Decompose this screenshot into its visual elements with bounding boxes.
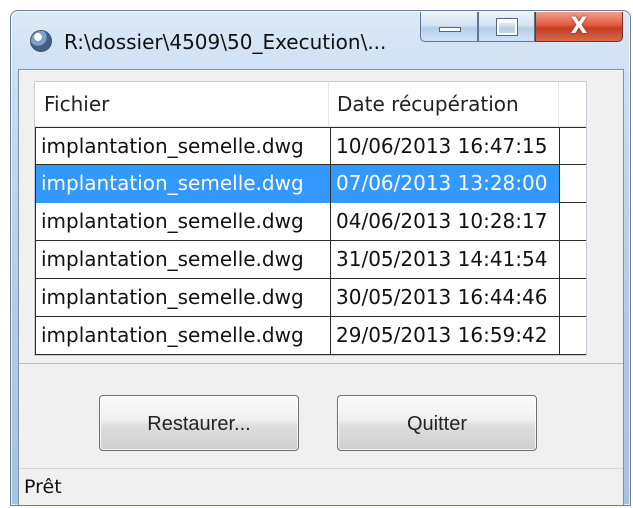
column-header-date[interactable]: Date récupération (329, 82, 559, 126)
dialog-window: R:\dossier\4509\50_Execution\... X Fichi… (10, 10, 631, 506)
dialog-content: Fichier Date récupération implantation_s… (18, 69, 624, 505)
file-cell: implantation_semelle.dwg (35, 203, 331, 241)
table-row[interactable]: implantation_semelle.dwg 29/05/2013 16:5… (35, 317, 586, 355)
table-row[interactable]: implantation_semelle.dwg 04/06/2013 10:2… (35, 203, 586, 241)
status-text: Prêt (24, 476, 62, 498)
app-icon (30, 30, 52, 52)
column-header-file[interactable]: Fichier (35, 82, 329, 126)
close-icon: X (570, 14, 588, 39)
title-bar[interactable]: R:\dossier\4509\50_Execution\... X (11, 11, 630, 69)
column-header-spacer (559, 82, 586, 126)
date-cell: 04/06/2013 10:28:17 (331, 203, 560, 241)
date-cell: 07/06/2013 13:28:00 (331, 165, 560, 203)
date-cell: 30/05/2013 16:44:46 (331, 279, 560, 317)
maximize-icon (497, 19, 517, 35)
file-cell: implantation_semelle.dwg (35, 317, 331, 355)
table-row[interactable]: implantation_semelle.dwg 10/06/2013 16:4… (35, 127, 586, 166)
quit-button[interactable]: Quitter (337, 395, 537, 451)
table-rows: implantation_semelle.dwg 10/06/2013 16:4… (35, 127, 586, 355)
window-title: R:\dossier\4509\50_Execution\... (64, 30, 387, 54)
selected-table-row[interactable]: implantation_semelle.dwg 07/06/2013 13:2… (35, 165, 586, 203)
minimize-button[interactable] (420, 12, 478, 42)
status-bar: Prêt (19, 468, 623, 505)
minimize-icon (439, 27, 461, 32)
content-divider (19, 363, 623, 364)
caption-buttons: X (420, 12, 623, 44)
date-cell: 31/05/2013 14:41:54 (331, 241, 560, 279)
file-cell: implantation_semelle.dwg (35, 165, 331, 203)
column-header-row: Fichier Date récupération (35, 82, 586, 127)
date-cell: 29/05/2013 16:59:42 (331, 317, 560, 355)
version-list[interactable]: Fichier Date récupération implantation_s… (34, 81, 587, 356)
date-cell: 10/06/2013 16:47:15 (331, 128, 560, 166)
maximize-button[interactable] (478, 12, 535, 42)
table-row[interactable]: implantation_semelle.dwg 30/05/2013 16:4… (35, 279, 586, 317)
table-row[interactable]: implantation_semelle.dwg 31/05/2013 14:4… (35, 241, 586, 279)
file-cell: implantation_semelle.dwg (35, 128, 331, 166)
restore-button[interactable]: Restaurer... (99, 395, 299, 451)
close-button[interactable]: X (535, 12, 623, 42)
file-cell: implantation_semelle.dwg (35, 279, 331, 317)
file-cell: implantation_semelle.dwg (35, 241, 331, 279)
